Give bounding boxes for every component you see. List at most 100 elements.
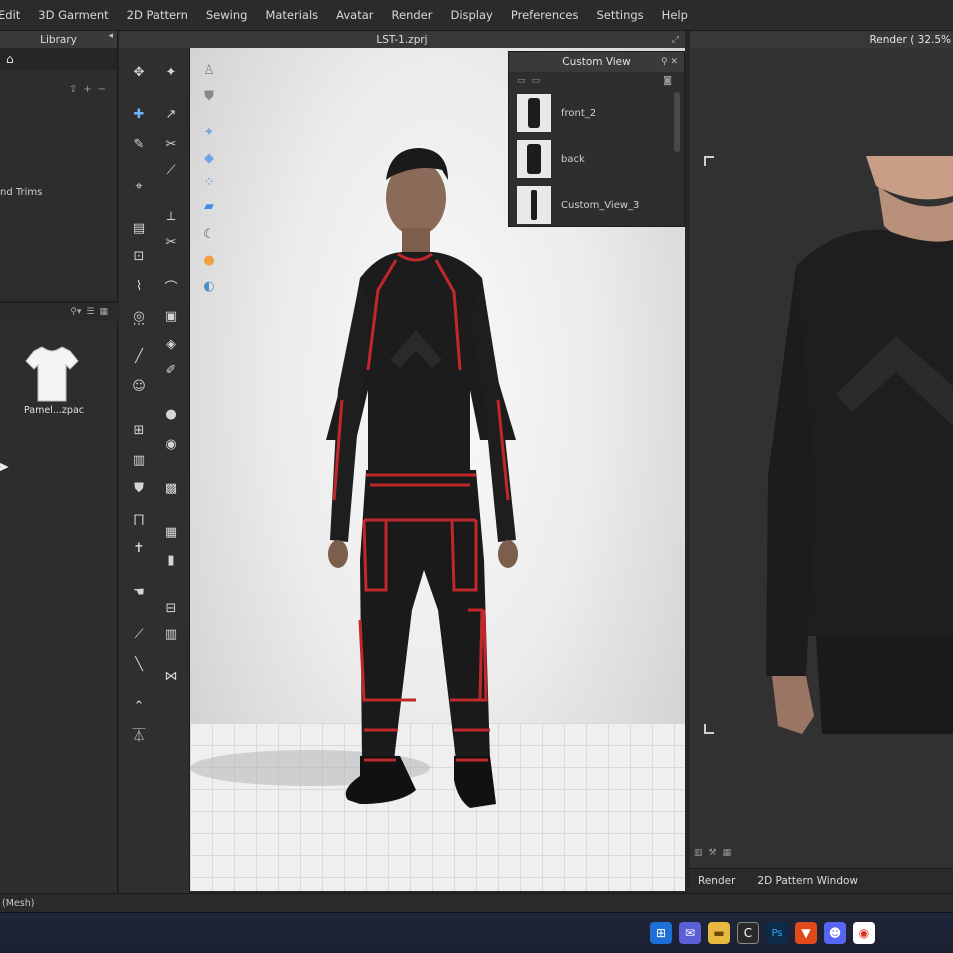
view-thumbnail xyxy=(517,140,551,178)
chat-icon[interactable]: ✉ xyxy=(679,922,701,944)
connect-tool-icon[interactable]: ⋈ xyxy=(161,666,181,686)
custom-view-panel: Custom View ⚲ ✕ ▭ ▭ ◙ front_2 back Custo… xyxy=(508,51,685,227)
texture-display-icon[interactable]: ✦ xyxy=(199,122,219,142)
menu-help[interactable]: Help xyxy=(653,8,697,22)
points-display-icon[interactable]: ⁘ xyxy=(199,172,219,192)
sewing-tool-icon[interactable]: ⌒ xyxy=(161,276,181,296)
clo-app-icon[interactable]: C xyxy=(737,922,759,944)
camera-view-icon[interactable]: ◙ xyxy=(663,76,672,86)
remove-icon[interactable]: − xyxy=(98,84,106,95)
trim-tool-icon[interactable]: ⊡ xyxy=(129,246,149,266)
library-panel-title: Library ◂ xyxy=(0,31,117,48)
pants-tool-icon[interactable]: ⨅ xyxy=(129,510,149,530)
select-move-icon[interactable]: ✥ xyxy=(129,62,149,82)
crop-corner-bottom-left xyxy=(704,724,714,734)
bubble-tool-icon[interactable]: ◉ xyxy=(161,434,181,454)
search-icon[interactable]: ⚲▾ xyxy=(70,307,81,317)
edit-curve-icon[interactable]: ↗ xyxy=(161,104,181,124)
zipper-tool-icon[interactable]: ⋯ xyxy=(129,314,149,334)
render-tools-icon[interactable]: ⚒ xyxy=(709,848,717,858)
chrome-icon[interactable]: ◉ xyxy=(853,922,875,944)
home-icon[interactable]: ⌂ xyxy=(6,52,14,66)
menu-preferences[interactable]: Preferences xyxy=(502,8,588,22)
custom-view-item[interactable]: back xyxy=(509,136,684,182)
avatar-tool-icon[interactable]: ☺ xyxy=(129,376,149,396)
grid-view-icon[interactable]: ▦ xyxy=(99,307,108,317)
dress-tool-icon[interactable]: ⏄ xyxy=(129,724,149,744)
library-item-trims[interactable]: nd Trims xyxy=(0,187,42,198)
figure-tool-icon[interactable]: ✝ xyxy=(129,538,149,558)
stack-tool-icon[interactable]: ▥ xyxy=(161,624,181,644)
add-icon[interactable]: + xyxy=(83,84,91,95)
render-settings-icon[interactable]: ▥ xyxy=(694,848,703,858)
pin-tool-icon[interactable]: ⌖ xyxy=(129,176,149,196)
avatar-display-icon[interactable]: ♙ xyxy=(199,60,219,80)
pattern-tool-icon[interactable]: ◈ xyxy=(161,334,181,354)
upload-icon[interactable]: ⇪ xyxy=(69,84,77,95)
add-view-icon[interactable]: ▭ xyxy=(517,76,526,86)
bag-tool-icon[interactable]: ▩ xyxy=(161,478,181,498)
garment-fit-icon[interactable]: ⊞ xyxy=(129,420,149,440)
menu-edit[interactable]: Edit xyxy=(0,8,29,22)
texture-tool-icon[interactable]: ▤ xyxy=(129,218,149,238)
maximize-icon[interactable]: ⤢ xyxy=(672,35,679,45)
list-view-icon[interactable]: ☰ xyxy=(86,307,94,317)
add-point-icon[interactable]: ✚ xyxy=(129,104,149,124)
custom-view-item[interactable]: Custom_View_3 xyxy=(509,182,684,228)
menu-3d-garment[interactable]: 3D Garment xyxy=(29,8,117,22)
surface-display-icon[interactable]: ◆ xyxy=(199,148,219,168)
collapse-icon[interactable]: ◂ xyxy=(108,31,113,41)
pen-tool-icon[interactable]: ✎ xyxy=(129,134,149,154)
status-text: (Mesh) xyxy=(2,897,35,909)
menu-2d-pattern[interactable]: 2D Pattern xyxy=(118,8,197,22)
light-display-icon[interactable]: ● xyxy=(199,250,219,270)
lock-tool-icon[interactable]: ▥ xyxy=(129,450,149,470)
duplicate-view-icon[interactable]: ▭ xyxy=(532,76,541,86)
tab-render[interactable]: Render xyxy=(698,875,735,887)
menu-avatar[interactable]: Avatar xyxy=(327,8,382,22)
ruler-tool-icon[interactable]: ⟋ xyxy=(129,624,149,644)
tshirt-thumbnail[interactable] xyxy=(24,343,80,403)
brush-tool-icon[interactable]: ✐ xyxy=(161,360,181,380)
photoshop-icon[interactable]: Ps xyxy=(766,922,788,944)
render-grid-icon[interactable]: ▦ xyxy=(723,848,732,858)
bar-tool-icon[interactable]: ▮ xyxy=(161,550,181,570)
fold-tool-icon[interactable]: ⟋ xyxy=(161,160,181,180)
windows-start-icon[interactable]: ⊞ xyxy=(650,922,672,944)
menu-materials[interactable]: Materials xyxy=(256,8,327,22)
needle-tool-icon[interactable]: ╱ xyxy=(129,346,149,366)
render-panel[interactable] xyxy=(690,48,953,868)
menu-sewing[interactable]: Sewing xyxy=(197,8,257,22)
tool-columns: ✥ ✦ ✚ ↗ ✎ ✂ ⟋ ⌖ ⟂ ▤ ✂ ⊡ ⌇ ⌒ ◎ ⋯ ▣ ◈ ╱ ✐ … xyxy=(119,48,189,893)
sphere-tool-icon[interactable]: ● xyxy=(161,404,181,424)
tab-2d-pattern-window[interactable]: 2D Pattern Window xyxy=(757,875,858,887)
stitch-tool-icon[interactable]: ⌇ xyxy=(129,276,149,296)
line-tool-icon[interactable]: ╲ xyxy=(129,654,149,674)
hand-tool-icon[interactable]: ☚ xyxy=(129,582,149,602)
custom-view-scrollbar[interactable] xyxy=(674,92,680,152)
menu-display[interactable]: Display xyxy=(441,8,501,22)
scissor-line-icon[interactable]: ✂ xyxy=(161,232,181,252)
render-bottom-icons: ▥ ⚒ ▦ xyxy=(694,848,731,858)
cut-tool-icon[interactable]: ✂ xyxy=(161,134,181,154)
shirt-tool-icon[interactable]: ⛊ xyxy=(129,478,149,498)
discord-icon[interactable]: ☻ xyxy=(824,922,846,944)
avatar-in-garment[interactable] xyxy=(320,140,580,860)
pin-close-icon[interactable]: ⚲ ✕ xyxy=(661,57,678,67)
mesh-display-icon[interactable]: ▰ xyxy=(199,196,219,216)
garment-display-icon[interactable]: ⛊ xyxy=(199,86,219,106)
pose-icon[interactable]: ✦ xyxy=(161,62,181,82)
menu-render[interactable]: Render xyxy=(383,8,442,22)
strain-display-icon[interactable]: ☾ xyxy=(199,224,219,244)
brave-browser-icon[interactable]: ▼ xyxy=(795,922,817,944)
env-display-icon[interactable]: ◐ xyxy=(199,276,219,296)
hanger-tool-icon[interactable]: ⌃ xyxy=(129,696,149,716)
taskbar-icons: ⊞ ✉ ▬ C Ps ▼ ☻ ◉ xyxy=(650,922,875,944)
grid-tool-icon[interactable]: ▦ xyxy=(161,522,181,542)
measure-tool-icon[interactable]: ⟂ xyxy=(161,206,181,226)
tape-tool-icon[interactable]: ⊟ xyxy=(161,598,181,618)
custom-view-item[interactable]: front_2 xyxy=(509,90,684,136)
camera-tool-icon[interactable]: ▣ xyxy=(161,306,181,326)
menu-settings[interactable]: Settings xyxy=(588,8,653,22)
file-explorer-icon[interactable]: ▬ xyxy=(708,922,730,944)
